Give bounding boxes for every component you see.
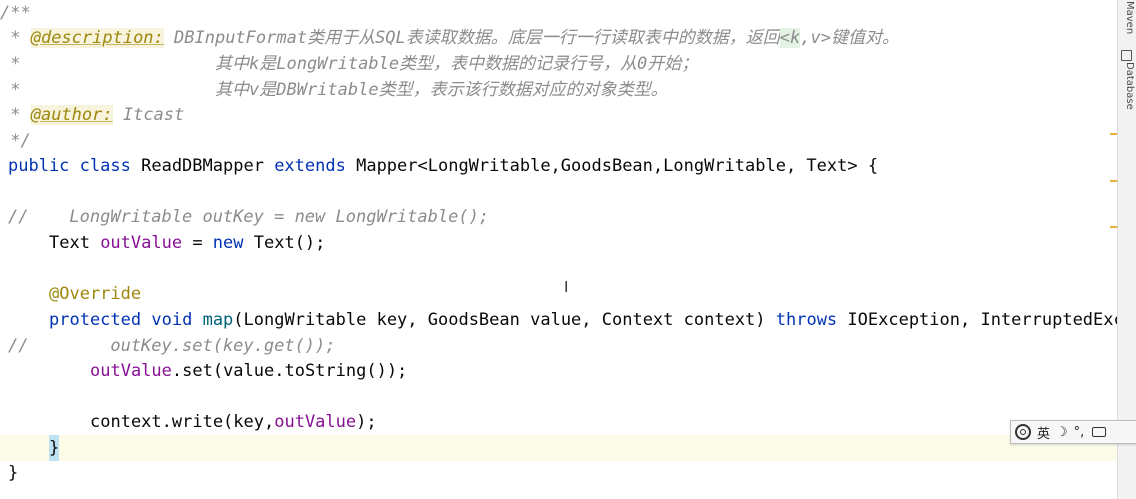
database-tab-label: Database — [1124, 62, 1135, 110]
method-name: map — [202, 310, 234, 330]
field-init: Text(); — [243, 233, 326, 253]
write-close: ); — [356, 412, 377, 432]
commented-field-line: // LongWritable outKey = new LongWritabl… — [8, 204, 489, 230]
description-highlight: <k — [779, 28, 801, 48]
keyword-public: public — [8, 156, 70, 176]
keyword-class: class — [79, 156, 131, 176]
javadoc-v-text: 其中v是DBWritable类型，表示该行数据对应的对象类型。 — [215, 80, 668, 100]
javadoc-k-text: 其中k是LongWritable类型，表中数据的记录行号，从0开始； — [215, 54, 699, 74]
keyword-throws: throws — [775, 310, 838, 330]
javadoc-open: /** — [0, 3, 31, 23]
keyword-void: void — [151, 310, 193, 330]
write-field: outValue — [274, 412, 357, 432]
author-tag: @author: — [30, 105, 113, 125]
ime-logo-icon[interactable] — [1015, 424, 1031, 440]
javadoc-open-line: /** — [0, 0, 31, 26]
database-tab[interactable]: Database — [1119, 62, 1135, 110]
keyword-new: new — [212, 233, 244, 253]
code-editor[interactable]: /** * @description: DBInputFormat类用于从SQL… — [0, 0, 1118, 499]
write-statement-line: context.write(key,outValue); — [90, 409, 377, 435]
keyword-protected: protected — [49, 310, 142, 330]
javadoc-author-line: * @author: Itcast — [0, 102, 184, 128]
javadoc-k-line: * 其中k是LongWritable类型，表中数据的记录行号，从0开始； — [0, 51, 698, 77]
author-value: Itcast — [112, 105, 185, 125]
ime-punctuation-icon[interactable]: °, — [1074, 425, 1085, 440]
javadoc-star: * — [0, 80, 21, 100]
description-text-tail: ,v>键值对。 — [800, 28, 899, 48]
text-cursor-icon: I — [564, 278, 569, 296]
javadoc-star: * — [0, 105, 31, 125]
keyword-extends: extends — [274, 156, 346, 176]
class-declaration-line: public class ReadDBMapper extends Mapper… — [8, 153, 878, 179]
description-text: DBInputFormat类用于从SQL表读取数据。底层一行一行读取表中的数据，… — [163, 28, 780, 48]
commented-set: // outKey.set(key.get()); — [8, 336, 336, 356]
maven-tab-label: Maven — [1124, 1, 1135, 35]
class-close-brace: } — [8, 463, 19, 483]
ime-halfwidth-icon[interactable]: ☽ — [1056, 425, 1068, 440]
javadoc-v-line: * 其中v是DBWritable类型，表示该行数据对应的对象类型。 — [0, 77, 667, 103]
javadoc-close: */ — [0, 131, 31, 151]
field-type: Text — [49, 233, 101, 253]
current-line: } — [0, 435, 1118, 461]
set-call: .set(value.toString()); — [171, 361, 408, 381]
keyboard-icon[interactable] — [1092, 427, 1107, 437]
method-params: (LongWritable key, GoodsBean value, Cont… — [233, 310, 776, 330]
field-declaration-line: Text outValue = new Text(); — [49, 230, 325, 256]
javadoc-close-line: */ — [0, 128, 31, 154]
method-declaration-line: protected void map(LongWritable key, Goo… — [49, 307, 1118, 333]
class-close-line: } — [8, 460, 18, 486]
override-annotation-line: @Override — [49, 281, 141, 307]
javadoc-star: * — [0, 28, 31, 48]
ime-language-toggle[interactable]: 英 — [1037, 423, 1050, 442]
class-name: ReadDBMapper — [141, 156, 264, 176]
description-tag: @description: — [30, 28, 164, 48]
commented-field: // LongWritable outKey = new LongWritabl… — [8, 207, 490, 227]
set-statement-line: outValue.set(value.toString()); — [90, 358, 407, 384]
write-call: context.write(key, — [90, 412, 275, 432]
set-field: outValue — [90, 361, 172, 381]
method-close-brace: } — [49, 435, 60, 461]
database-icon — [1121, 50, 1132, 61]
field-assign: = — [182, 233, 213, 253]
ime-toolbar[interactable]: 英 ☽ °, — [1010, 420, 1136, 444]
javadoc-description-line: * @description: DBInputFormat类用于从SQL表读取数… — [0, 25, 899, 51]
override-annotation: @Override — [49, 284, 142, 304]
method-exceptions: IOException, InterruptedExc — [837, 310, 1118, 330]
maven-tab[interactable]: Maven — [1119, 0, 1135, 36]
field-name: outValue — [100, 233, 183, 253]
javadoc-star: * — [0, 54, 21, 74]
commented-set-line: // outKey.set(key.get()); — [8, 333, 336, 359]
superclass: Mapper<LongWritable,GoodsBean,LongWritab… — [356, 156, 879, 176]
